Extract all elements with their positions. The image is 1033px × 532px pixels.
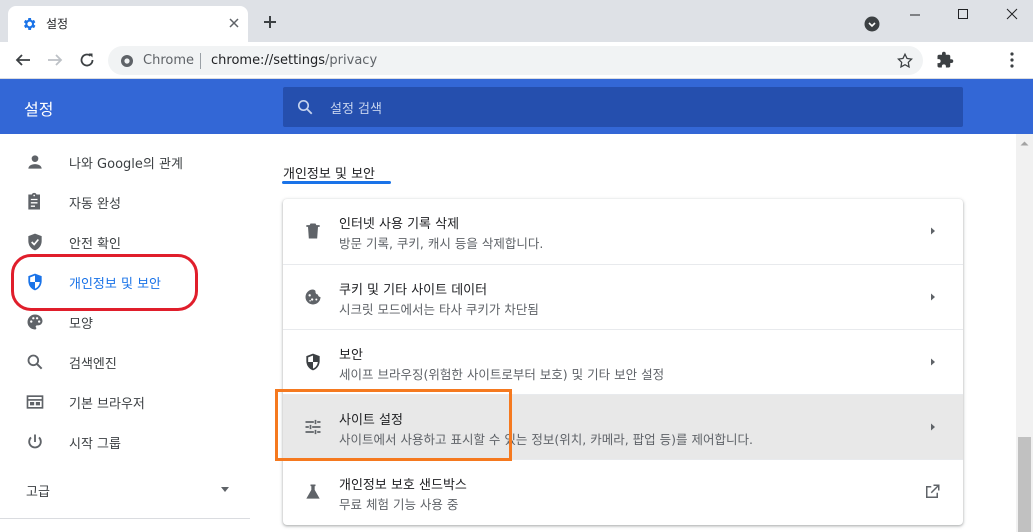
extensions-icon[interactable] <box>936 51 954 69</box>
chevron-right-icon <box>931 358 935 366</box>
page-title: 설정 <box>24 100 54 119</box>
settings-header: 설정 설정 검색 <box>0 79 1033 134</box>
cookie-icon <box>305 289 321 305</box>
omnibox-url: chrome://settings/privacy <box>211 53 377 68</box>
search-icon <box>27 354 43 370</box>
scroll-up-icon[interactable] <box>1020 140 1029 146</box>
search-placeholder: 설정 검색 <box>330 102 382 117</box>
caret-down-icon <box>221 487 229 492</box>
red-highlight-annotation <box>11 254 198 311</box>
tab-search-icon[interactable] <box>864 16 880 32</box>
sidebar-item-label: 기본 브라우저 <box>69 397 145 412</box>
bookmark-star-icon[interactable] <box>896 52 914 70</box>
row-subtitle: 세이프 브라우징(위험한 사이트로부터 보호) 및 기타 보안 설정 <box>339 367 665 382</box>
row-privacy-sandbox[interactable]: 개인정보 보호 샌드박스 무료 체험 기능 사용 중 <box>283 459 963 524</box>
trash-icon <box>306 223 320 239</box>
clipboard-icon <box>28 192 40 210</box>
open-in-new-icon[interactable] <box>923 483 941 501</box>
flask-icon <box>306 484 320 499</box>
settings-sidebar: 나와 Google의 관계 자동 완성 안전 확인 개인정보 및 보안 모양 검… <box>0 134 250 532</box>
row-subtitle: 무료 체험 기능 사용 중 <box>339 497 459 512</box>
chevron-right-icon <box>931 227 935 235</box>
close-window-icon[interactable] <box>1000 5 1024 25</box>
scrollbar-thumb[interactable] <box>1018 437 1031 532</box>
row-subtitle: 방문 기록, 쿠키, 캐시 등을 삭제합니다. <box>339 236 544 251</box>
section-title: 개인정보 및 보안 <box>283 167 375 182</box>
orange-highlight-annotation <box>275 389 512 461</box>
sidebar-item-autofill[interactable]: 자동 완성 <box>0 182 250 222</box>
sidebar-advanced-toggle[interactable]: 고급 <box>0 469 250 509</box>
row-title: 인터넷 사용 기록 삭제 <box>339 217 460 232</box>
row-cookies[interactable]: 쿠키 및 기타 사이트 데이터 시크릿 모드에서는 타사 쿠키가 차단됨 <box>283 264 963 329</box>
chevron-right-icon <box>931 423 935 431</box>
reload-icon[interactable] <box>78 51 96 69</box>
row-title: 보안 <box>339 348 363 363</box>
shield-check-icon <box>28 233 42 251</box>
gear-icon <box>23 18 36 30</box>
sidebar-item-label: 시작 그룹 <box>69 437 121 452</box>
page-scrollbar[interactable] <box>1016 134 1033 532</box>
sidebar-item-label: 자동 완성 <box>69 197 121 212</box>
row-subtitle: 시크릿 모드에서는 타사 쿠키가 차단됨 <box>339 302 539 317</box>
close-icon[interactable] <box>226 15 242 31</box>
chevron-right-icon <box>931 293 935 301</box>
back-icon[interactable] <box>14 51 32 69</box>
section-title-underline <box>282 181 391 184</box>
maximize-icon[interactable] <box>951 5 975 25</box>
tab-title: 설정 <box>46 17 69 31</box>
forward-icon[interactable] <box>46 51 64 69</box>
sidebar-item-default-browser[interactable]: 기본 브라우저 <box>0 382 250 422</box>
browser-toolbar: Chrome chrome://settings/privacy <box>0 42 1033 79</box>
search-icon <box>297 99 313 115</box>
advanced-label: 고급 <box>26 485 50 500</box>
tab-strip: 설정 <box>0 0 1033 42</box>
person-icon <box>28 155 42 169</box>
privacy-card: 인터넷 사용 기록 삭제 방문 기록, 쿠키, 캐시 등을 삭제합니다. 쿠키 … <box>283 199 963 525</box>
url-path: /privacy <box>325 53 378 68</box>
row-security[interactable]: 보안 세이프 브라우징(위험한 사이트로부터 보호) 및 기타 보안 설정 <box>283 329 963 394</box>
more-menu-icon[interactable] <box>1003 51 1021 69</box>
row-title: 쿠키 및 기타 사이트 데이터 <box>339 283 488 298</box>
sidebar-item-label: 나와 Google의 관계 <box>69 157 183 172</box>
address-bar[interactable]: Chrome chrome://settings/privacy <box>108 46 923 75</box>
sidebar-item-search-engine[interactable]: 검색엔진 <box>0 342 250 382</box>
tab-settings[interactable]: 설정 <box>8 6 248 42</box>
omnibox-separator <box>200 53 201 69</box>
minimize-icon[interactable] <box>903 5 927 25</box>
sidebar-item-label: 안전 확인 <box>69 237 121 252</box>
sidebar-divider <box>0 518 250 519</box>
url-host: chrome://settings <box>211 53 326 68</box>
sidebar-item-you-and-google[interactable]: 나와 Google의 관계 <box>0 142 250 182</box>
new-tab-icon[interactable] <box>262 14 278 30</box>
sidebar-item-label: 검색엔진 <box>69 357 117 372</box>
chrome-icon <box>121 55 133 67</box>
sidebar-item-label: 모양 <box>69 317 93 332</box>
browser-icon <box>26 395 44 409</box>
row-clear-browsing-data[interactable]: 인터넷 사용 기록 삭제 방문 기록, 쿠키, 캐시 등을 삭제합니다. <box>283 199 963 264</box>
omnibox-chip: Chrome <box>143 53 194 68</box>
sidebar-item-on-startup[interactable]: 시작 그룹 <box>0 422 250 462</box>
power-icon <box>28 434 42 449</box>
palette-icon <box>27 314 43 330</box>
shield-icon <box>306 353 320 371</box>
row-title: 개인정보 보호 샌드박스 <box>339 478 467 493</box>
search-input[interactable]: 설정 검색 <box>283 87 963 127</box>
